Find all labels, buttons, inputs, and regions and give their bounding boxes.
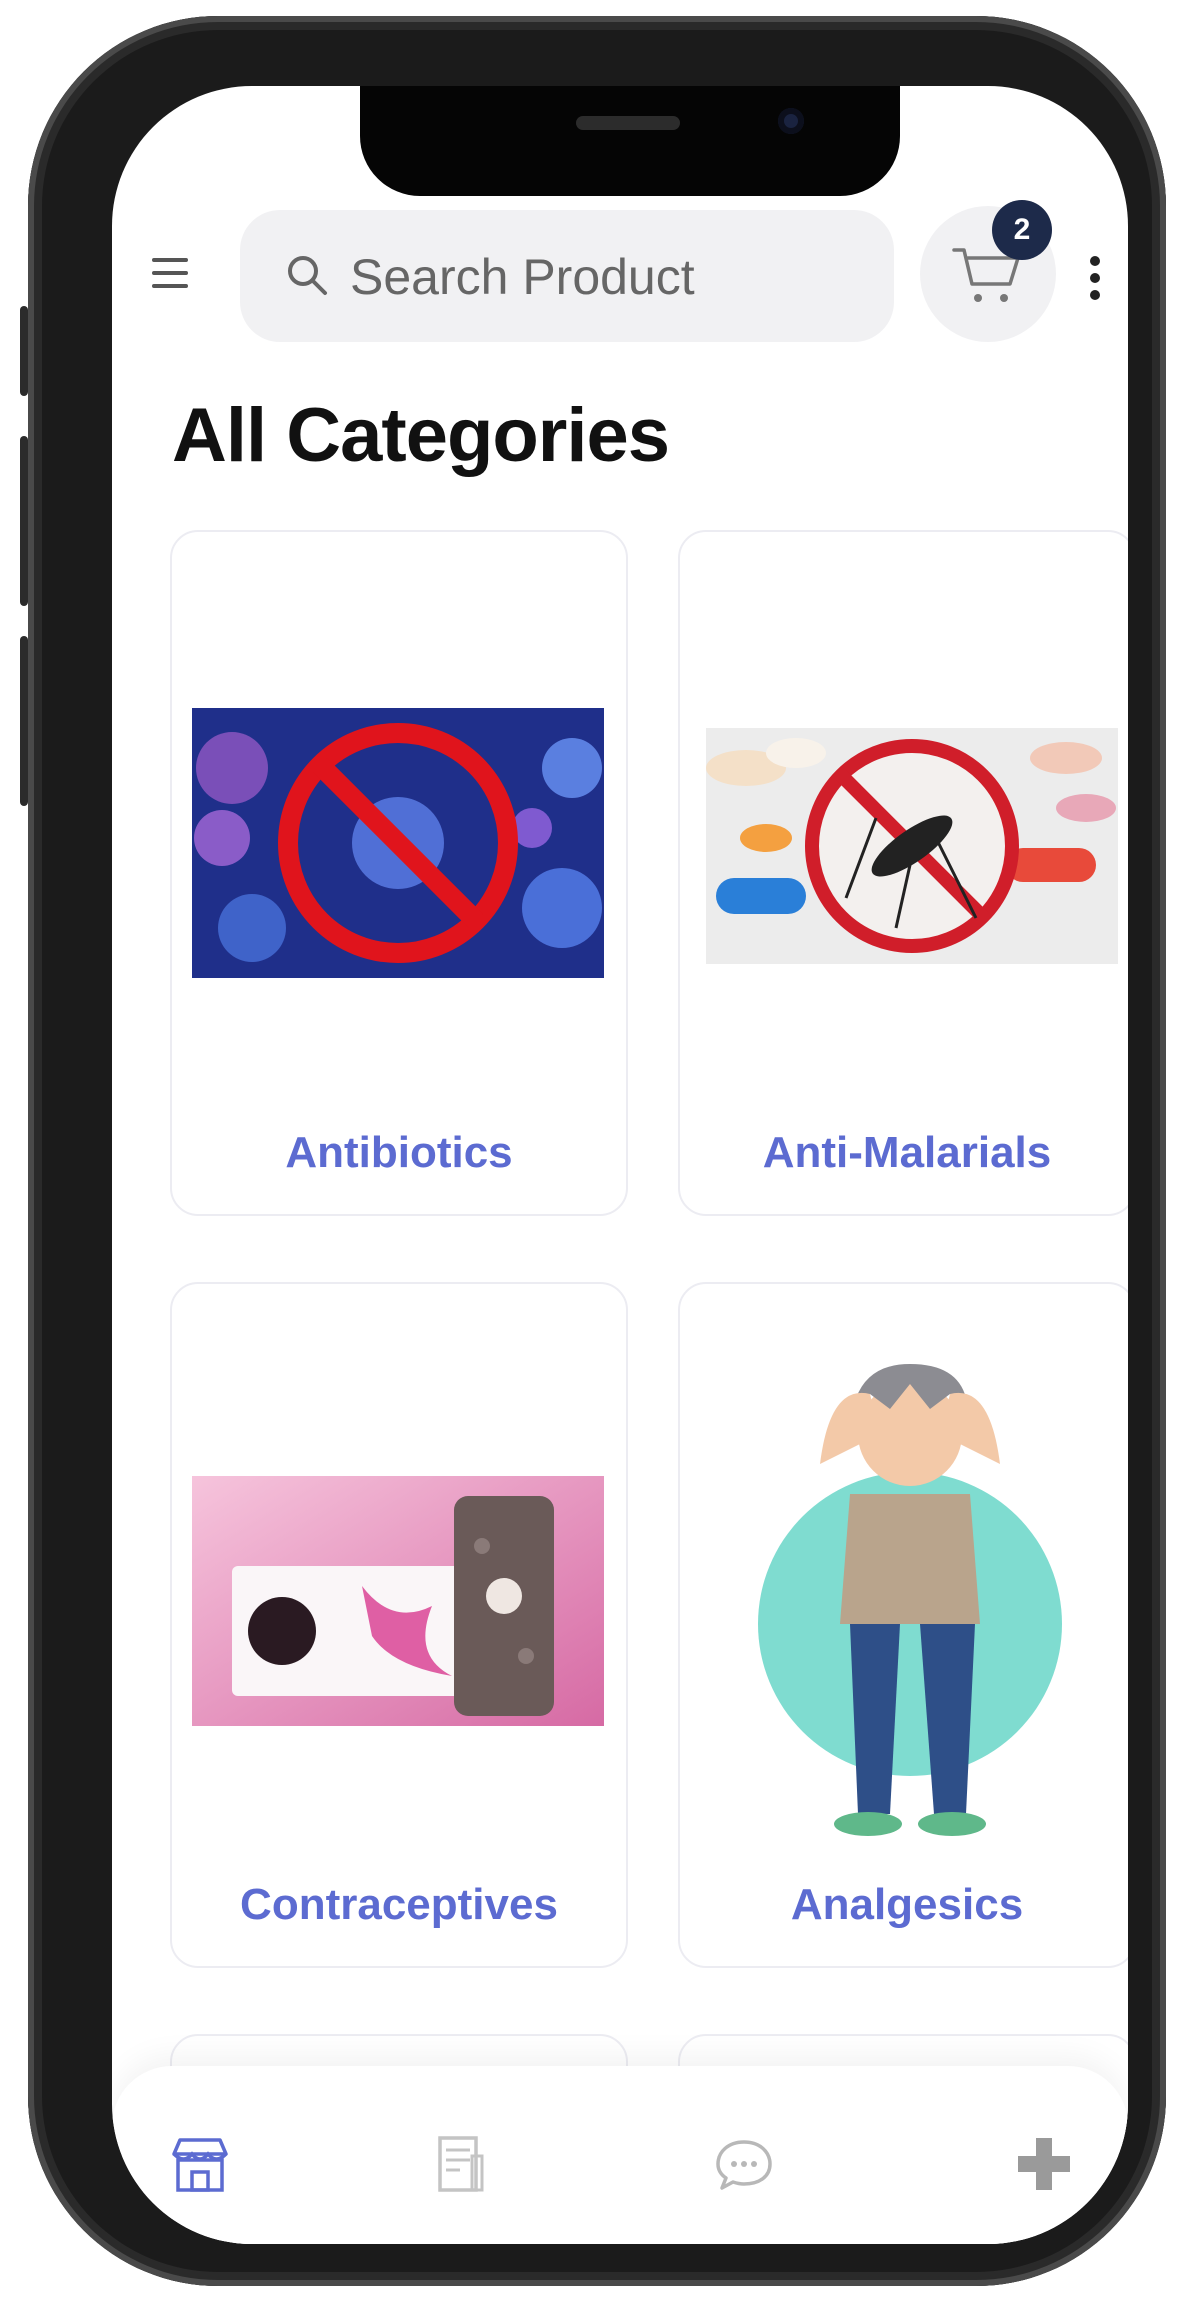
store-icon[interactable] (168, 2132, 232, 2196)
cart-count-badge: 2 (992, 200, 1052, 260)
anti-malarials-image (706, 728, 1118, 964)
app-screen: 2 All Categories Antibiotics (112, 86, 1128, 2244)
search-input[interactable] (348, 238, 872, 316)
volume-up-button (20, 436, 28, 606)
search-bar[interactable] (240, 210, 894, 342)
orders-icon[interactable] (428, 2132, 492, 2196)
front-camera (778, 108, 804, 134)
volume-down-button (20, 636, 28, 806)
category-label: Analgesics (790, 1880, 1024, 1929)
notch (360, 86, 900, 196)
side-button (20, 306, 28, 396)
category-label: Anti-Malarials (762, 1128, 1052, 1177)
search-icon (288, 256, 327, 295)
speaker-grille (576, 116, 680, 130)
contraceptives-image (192, 1476, 604, 1726)
phone-frame: 2 All Categories Antibiotics (20, 16, 1166, 2286)
category-label: Contraceptives (240, 1880, 558, 1929)
page-title: All Categories (172, 393, 670, 478)
category-label: Antibiotics (285, 1128, 513, 1177)
antibiotics-image (192, 708, 604, 978)
category-card-anti-malarials[interactable]: Anti-Malarials (678, 530, 1128, 1216)
category-card-analgesics[interactable]: Analgesics (678, 1282, 1128, 1968)
category-card-antibiotics[interactable]: Antibiotics (170, 530, 628, 1216)
bottom-navigation (112, 2066, 1128, 2244)
pharmacy-cross-icon[interactable] (1012, 2132, 1076, 2196)
more-options-icon[interactable] (1090, 256, 1102, 316)
menu-icon[interactable] (152, 258, 188, 290)
analgesics-image (758, 1364, 1062, 1836)
chat-icon[interactable] (712, 2132, 776, 2196)
category-card-contraceptives[interactable]: Contraceptives (170, 1282, 628, 1968)
